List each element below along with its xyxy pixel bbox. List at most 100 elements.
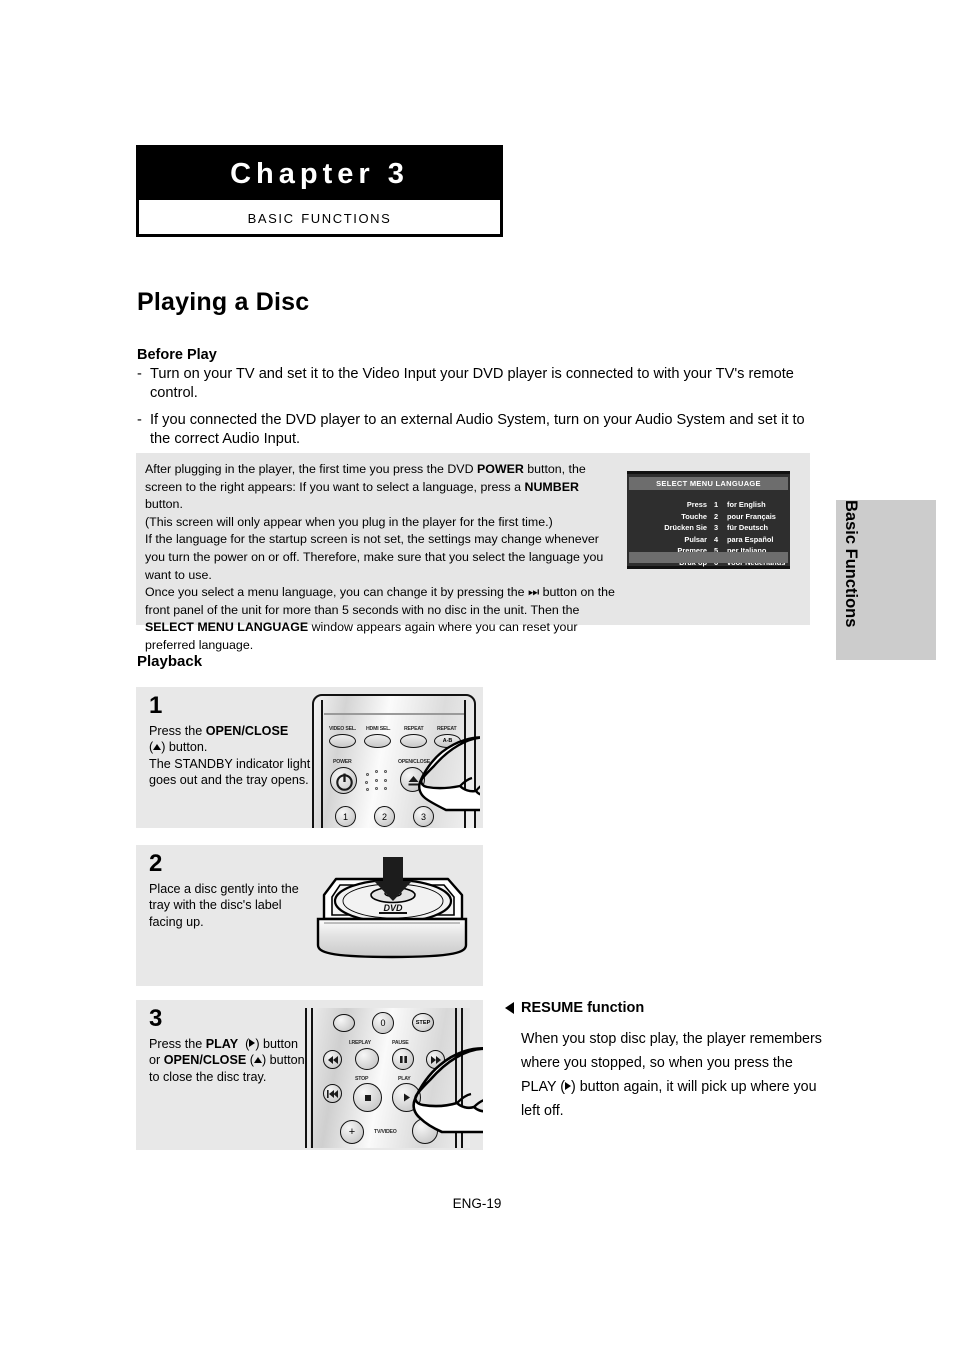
remote-top-line [324, 713, 464, 715]
step-text: Place a disc gently into the tray with t… [149, 882, 299, 929]
indicator-dot [375, 787, 378, 790]
select-menu-language-screen: SELECT MENU LANGUAGE Press 1 for English… [627, 471, 790, 569]
disc-tray-illustration: DVD [306, 855, 478, 975]
step-button[interactable]: STEP [412, 1013, 434, 1032]
power-button[interactable] [330, 767, 357, 794]
number-button-0[interactable]: 0 [372, 1012, 394, 1034]
before-play-heading: Before Play [137, 347, 217, 363]
page-footer: ENG-19 [0, 1196, 954, 1211]
indicator-dot [375, 779, 378, 782]
previous-track-icon [327, 1089, 338, 1098]
remote-left-rail [321, 700, 323, 828]
playback-step-1: 1 Press the OPEN/CLOSE() button. The STAN… [136, 687, 483, 828]
pointing-hand-illustration [412, 1047, 483, 1134]
power-label: POWER [333, 759, 352, 765]
osd-verb: Drücken Sie [664, 523, 707, 533]
number-button-1[interactable]: 1 [335, 806, 356, 827]
disc-logo: DVD [383, 903, 403, 913]
previous-track-button[interactable] [323, 1084, 342, 1103]
remote-left-edge [305, 1008, 307, 1148]
playback-step-2: 2 Place a disc gently into the tray with… [136, 845, 483, 986]
indicator-dot [384, 770, 387, 773]
osd-number: 4 [713, 534, 719, 544]
instant-replay-label: I.REPLAY [349, 1040, 371, 1046]
stop-icon [364, 1094, 371, 1101]
note-paragraph: (This screen will only appear when you p… [145, 514, 553, 529]
hdmi-sel-button[interactable] [364, 734, 391, 748]
osd-verb: Pulsar [684, 534, 707, 544]
osd-footer-bar [629, 552, 788, 563]
osd-number: 3 [713, 523, 719, 533]
plus-icon: + [348, 1126, 356, 1138]
power-icon [336, 773, 353, 791]
chapter-header: Chapter 3 Basic Functions [136, 145, 503, 237]
resume-heading-row: RESUME function [505, 1000, 825, 1016]
volume-up-button[interactable]: + [340, 1120, 364, 1144]
bullet-dash: - [137, 366, 142, 382]
note-paragraph: If the language for the startup screen i… [145, 532, 604, 582]
playback-step-3: 3 Press the PLAY () button or OPEN/CLOSE … [136, 1000, 483, 1150]
osd-language: para Español [727, 534, 774, 544]
playback-heading: Playback [137, 653, 203, 670]
osd-language: pour Français [727, 511, 776, 521]
rewind-icon [327, 1055, 338, 1064]
remote-control-illustration-step3: 0 STEP I.REPLAY PAUSE STOP PLAY + TV/VID… [300, 1008, 483, 1148]
side-tab-basic-functions: Basic Functions [836, 500, 936, 660]
step-text: Press the OPEN/CLOSE() button. The STANDB… [149, 724, 311, 788]
osd-language-row: Touche 2 pour Français [645, 511, 790, 523]
number-0-label: 0 [380, 1018, 386, 1028]
number-1-label: 1 [342, 811, 348, 822]
video-sel-button[interactable] [329, 734, 356, 748]
step-number: 1 [149, 692, 163, 719]
step-number: 3 [149, 1005, 163, 1032]
osd-language-row: Pulsar 4 para Español [645, 534, 790, 546]
osd-language: for English [727, 500, 766, 510]
chapter-title-bar: Chapter 3 [139, 148, 500, 200]
indicator-dot [375, 770, 378, 773]
rewind-button[interactable] [323, 1050, 342, 1069]
chapter-subtitle: Basic Functions [247, 206, 392, 227]
indicator-dot [366, 773, 369, 776]
before-play-item-text: If you connected the DVD player to an ex… [150, 411, 805, 447]
osd-number: 1 [713, 500, 719, 510]
chapter-subtitle-bar: Basic Functions [139, 200, 500, 234]
chapter-title: Chapter 3 [230, 157, 409, 190]
stop-label: STOP [355, 1076, 369, 1082]
indicator-dot [384, 787, 387, 790]
video-sel-label: VIDEO SEL. [329, 726, 357, 732]
remote-left-edge-inner [311, 1008, 313, 1148]
note-text: After plugging in the player, the first … [145, 461, 615, 655]
note-box: After plugging in the player, the first … [136, 453, 810, 652]
side-tab-label: Basic Functions [842, 500, 861, 628]
osd-number: 2 [713, 511, 719, 521]
instant-replay-button[interactable] [355, 1048, 379, 1070]
resume-heading: RESUME function [521, 1000, 645, 1016]
left-triangle-icon [505, 1002, 514, 1014]
before-play-item: - If you connected the DVD player to an … [137, 411, 815, 450]
resume-body: When you stop disc play, the player reme… [521, 1031, 822, 1120]
before-play-item: - Turn on your TV and set it to the Vide… [137, 365, 815, 404]
resume-function-section: RESUME function When you stop disc play,… [505, 1000, 825, 1123]
step-text: Press the PLAY () button or OPEN/CLOSE ()… [149, 1037, 305, 1084]
bullet-dash: - [137, 411, 142, 428]
remote-control-illustration-step1: VIDEO SEL. HDMI SEL. REPEAT REPEAT A-B P… [312, 694, 480, 828]
osd-verb: Touche [681, 511, 707, 521]
unlabeled-top-button[interactable] [333, 1014, 355, 1032]
before-play-item-text: Turn on your TV and set it to the Video … [150, 366, 794, 402]
note-paragraph: After plugging in the player, the first … [145, 462, 586, 512]
number-2-label: 2 [381, 811, 387, 822]
before-play-section: Before Play - Turn on your TV and set it… [137, 347, 815, 451]
number-3-label: 3 [420, 811, 426, 822]
note-paragraph: Once you select a menu language, you can… [145, 585, 615, 653]
osd-language-row: Press 1 for English [645, 499, 790, 511]
osd-title: SELECT MENU LANGUAGE [629, 477, 788, 490]
osd-verb: Press [686, 500, 707, 510]
disc-tray-svg: DVD [316, 855, 468, 959]
page-title: Playing a Disc [137, 288, 310, 316]
number-button-2[interactable]: 2 [374, 806, 395, 827]
osd-language: für Deutsch [727, 523, 769, 533]
page-number: ENG-19 [452, 1196, 502, 1211]
pointing-hand-illustration [418, 736, 480, 812]
osd-language-row: Drücken Sie 3 für Deutsch [645, 522, 790, 534]
stop-button[interactable] [353, 1083, 382, 1112]
